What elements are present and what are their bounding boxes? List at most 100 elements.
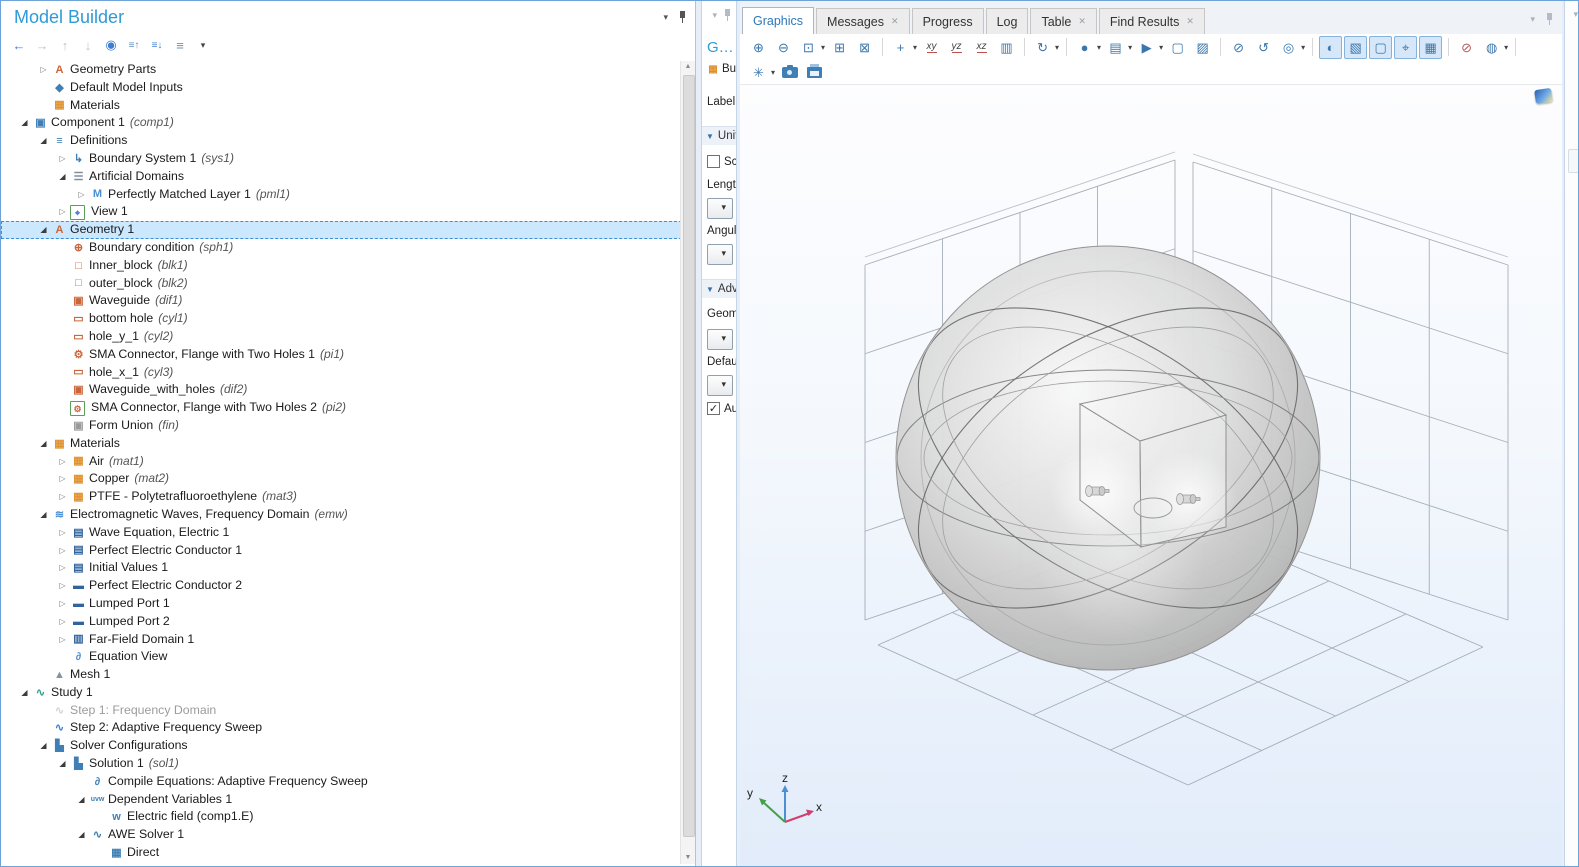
expand-icon[interactable]: ▷ xyxy=(55,631,70,649)
dropdown-caret-icon[interactable]: ▾ xyxy=(1055,43,1059,52)
dropdown-caret-icon[interactable]: ▾ xyxy=(1097,43,1101,52)
zoom-out-button[interactable]: ⊖ xyxy=(772,36,795,59)
collapse-icon[interactable]: ◢ xyxy=(74,826,89,844)
update-scene-button[interactable]: ✳ xyxy=(747,61,770,84)
tree-item-perfectly-matched-layer-1[interactable]: ▷MPerfectly Matched Layer 1(pml1) xyxy=(1,186,682,204)
tree-menu-button[interactable]: ▾ xyxy=(193,35,213,55)
tree-item-study-1[interactable]: ◢∿Study 1 xyxy=(1,684,682,702)
image-snapshot-button[interactable]: ▤ xyxy=(1104,36,1127,59)
tree-item-sma-connector-flange-with-two-holes-1[interactable]: ⚙SMA Connector, Flange with Two Holes 1(… xyxy=(1,346,682,364)
units-section-header[interactable]: ▼Units xyxy=(702,126,737,145)
show-axes-toggle[interactable]: ⌖ xyxy=(1394,36,1417,59)
tree-item-geometry-1[interactable]: ◢AGeometry 1 xyxy=(1,221,682,239)
collapse-icon[interactable]: ◢ xyxy=(36,506,51,524)
color-palette-button[interactable]: ◍ xyxy=(1480,36,1503,59)
tree-item-ptfe-polytetrafluoroethylene[interactable]: ▷▦PTFE - Polytetrafluoroethylene(mat3) xyxy=(1,488,682,506)
wireframe-toggle[interactable]: ▢ xyxy=(1369,36,1392,59)
expand-icon[interactable]: ▷ xyxy=(55,203,70,221)
tree-item-electric-field-comp1-e[interactable]: wElectric field (comp1.E) xyxy=(1,808,682,826)
tree-item-default-model-inputs[interactable]: ◆Default Model Inputs xyxy=(1,79,682,97)
expand-icon[interactable]: ▷ xyxy=(55,488,70,506)
scene-light-toggle[interactable]: ◐ xyxy=(1319,36,1342,59)
tree-item-step-1-frequency-domain[interactable]: ∿Step 1: Frequency Domain xyxy=(1,702,682,720)
tree-item-step-2-adaptive-frequency-sweep[interactable]: ∿Step 2: Adaptive Frequency Sweep xyxy=(1,719,682,737)
tree-item-perfect-electric-conductor-1[interactable]: ▷▤Perfect Electric Conductor 1 xyxy=(1,542,682,560)
perspective-view-button[interactable]: ▥ xyxy=(995,36,1018,59)
rotate-view-button[interactable]: ↻ xyxy=(1031,36,1054,59)
tab-close-icon[interactable]: ✕ xyxy=(1186,16,1194,27)
select-box-button[interactable]: ▢ xyxy=(1166,36,1189,59)
view-xy-button[interactable]: xy xyxy=(920,36,943,59)
reset-hiding-button[interactable]: ↺ xyxy=(1252,36,1275,59)
advanced-section-header[interactable]: ▼Advanced xyxy=(702,279,737,298)
expand-icon[interactable]: ▷ xyxy=(55,453,70,471)
tree-item-electromagnetic-waves-frequency-domain[interactable]: ◢≋Electromagnetic Waves, Frequency Domai… xyxy=(1,506,682,524)
expand-icon[interactable]: ▷ xyxy=(74,186,89,204)
print-button[interactable] xyxy=(803,61,826,84)
collapse-icon[interactable]: ◢ xyxy=(36,737,51,755)
scroll-thumb[interactable] xyxy=(683,75,695,837)
scene-light-menu-button[interactable]: ● xyxy=(1073,36,1096,59)
zoom-extents-button[interactable]: ⊞ xyxy=(828,36,851,59)
expand-icon[interactable]: ▷ xyxy=(55,577,70,595)
tree-item-outer-block[interactable]: □outer_block(blk2) xyxy=(1,275,682,293)
tree-item-perfect-electric-conductor-2[interactable]: ▷▬Perfect Electric Conductor 2 xyxy=(1,577,682,595)
tab-progress[interactable]: Progress xyxy=(912,8,984,34)
tree-item-hole-y-1[interactable]: ▭hole_y_1(cyl2) xyxy=(1,328,682,346)
panel-menu-icon[interactable]: ▾ xyxy=(1530,14,1535,25)
tree-item-copper[interactable]: ▷▦Copper(mat2) xyxy=(1,470,682,488)
expand-icon[interactable]: ▷ xyxy=(55,595,70,613)
screenshot-button[interactable] xyxy=(778,61,801,84)
dropdown-caret-icon[interactable]: ▾ xyxy=(821,43,825,52)
expand-icon[interactable]: ▷ xyxy=(55,150,70,168)
collapsed-window-tab[interactable] xyxy=(1568,149,1579,173)
tree-item-inner-block[interactable]: □Inner_block(blk1) xyxy=(1,257,682,275)
tree-item-lumped-port-2[interactable]: ▷▬Lumped Port 2 xyxy=(1,613,682,631)
automatic-rebuild-checkbox[interactable]: ✓ xyxy=(707,402,720,415)
tree-item-waveguide[interactable]: ▣Waveguide(dif1) xyxy=(1,292,682,310)
tree-item-solution-1[interactable]: ◢▙Solution 1(sol1) xyxy=(1,755,682,773)
view-hidden-button[interactable]: ◎ xyxy=(1277,36,1300,59)
expand-icon[interactable]: ▷ xyxy=(55,524,70,542)
go-to-default-view-button[interactable]: + xyxy=(889,36,912,59)
view-yz-button[interactable]: yz xyxy=(945,36,968,59)
tree-scrollbar[interactable]: ▲ ▼ xyxy=(680,61,695,864)
tree-item-sma-connector-flange-with-two-holes-2[interactable]: ⚙SMA Connector, Flange with Two Holes 2(… xyxy=(1,399,682,417)
build-all-button[interactable]: ▦Build All xyxy=(707,63,737,76)
tree-item-waveguide-with-holes[interactable]: ▣Waveguide_with_holes(dif2) xyxy=(1,381,682,399)
tree-item-wave-equation-electric-1[interactable]: ▷▤Wave Equation, Electric 1 xyxy=(1,524,682,542)
tab-find-results[interactable]: Find Results✕ xyxy=(1099,8,1205,34)
tab-close-icon[interactable]: ✕ xyxy=(891,16,899,27)
tree-item-bottom-hole[interactable]: ▭bottom hole(cyl1) xyxy=(1,310,682,328)
panel-menu-icon[interactable]: ▾ xyxy=(663,12,668,23)
tree-item-direct[interactable]: ▦Direct xyxy=(1,844,682,862)
angular-unit-select[interactable] xyxy=(707,244,733,265)
move-down-button[interactable]: ↓ xyxy=(78,35,98,55)
zoom-in-button[interactable]: ⊕ xyxy=(747,36,770,59)
tree-item-far-field-domain-1[interactable]: ▷▥Far-Field Domain 1 xyxy=(1,631,682,649)
dropdown-caret-icon[interactable]: ▾ xyxy=(1504,43,1508,52)
view-xz-button[interactable]: xz xyxy=(970,36,993,59)
zoom-to-selection-button[interactable]: ⊠ xyxy=(853,36,876,59)
expand-icon[interactable]: ▷ xyxy=(36,61,51,79)
collapse-icon[interactable]: ◢ xyxy=(17,114,32,132)
tree-item-boundary-system-1[interactable]: ▷↳Boundary System 1(sys1) xyxy=(1,150,682,168)
tree-item-awe-solver-1[interactable]: ◢∿AWE Solver 1 xyxy=(1,826,682,844)
material-rendering-button[interactable]: ⊘ xyxy=(1455,36,1478,59)
tree-item-form-union[interactable]: ▣Form Union(fin) xyxy=(1,417,682,435)
collapse-icon[interactable]: ◢ xyxy=(55,755,70,773)
tab-table[interactable]: Table✕ xyxy=(1030,8,1096,34)
expand-all-button[interactable]: ≡↓ xyxy=(147,35,167,55)
show-grid-toggle[interactable]: ▦ xyxy=(1419,36,1442,59)
tree-item-view-1[interactable]: ▷⌖View 1 xyxy=(1,203,682,221)
dropdown-caret-icon[interactable]: ▾ xyxy=(1128,43,1132,52)
tree-item-mesh-1[interactable]: ▲Mesh 1 xyxy=(1,666,682,684)
floating-window-icon[interactable] xyxy=(1534,88,1553,104)
default-repair-tolerance-select[interactable] xyxy=(707,375,733,396)
collapse-icon[interactable]: ◢ xyxy=(36,221,51,239)
tree-item-lumped-port-1[interactable]: ▷▬Lumped Port 1 xyxy=(1,595,682,613)
panel-menu-icon[interactable]: ▾ xyxy=(712,10,717,21)
clear-selection-button[interactable]: ▨ xyxy=(1191,36,1214,59)
collapse-icon[interactable]: ◢ xyxy=(36,435,51,453)
forward-button[interactable]: → xyxy=(32,35,52,55)
